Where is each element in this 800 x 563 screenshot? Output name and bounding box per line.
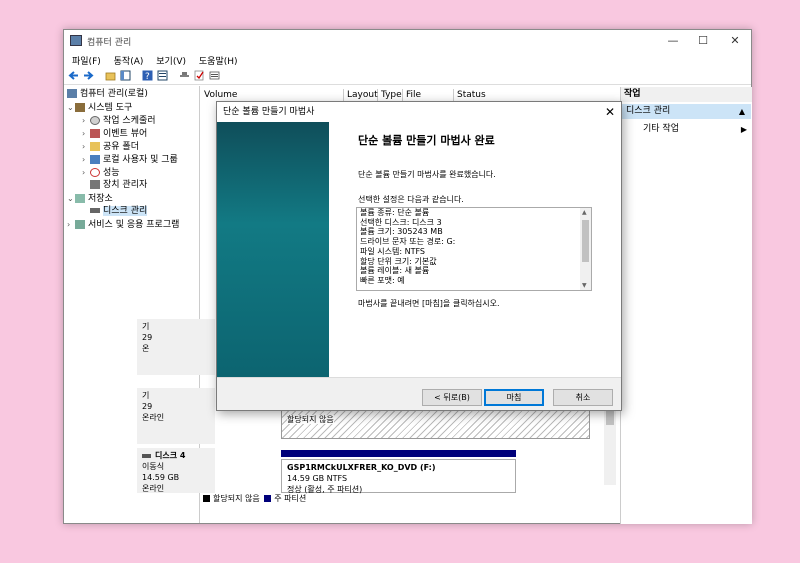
setting-row: 볼륨 종류: 단순 볼륨: [360, 208, 430, 217]
action-more[interactable]: 기타 작업 ▶: [643, 122, 747, 137]
column-file-system[interactable]: File System: [403, 89, 454, 112]
setting-row: 선택한 디스크: 디스크 3: [360, 217, 442, 227]
toolbar: ?: [64, 67, 751, 85]
disk-label-a[interactable]: 기 29 온: [137, 319, 215, 375]
collapse-arrow-icon[interactable]: ›: [67, 218, 75, 231]
minimize-button[interactable]: —: [658, 32, 688, 50]
legend-primary-swatch: [264, 495, 272, 502]
services-icon: [75, 220, 85, 229]
column-layout[interactable]: Layout: [344, 89, 378, 101]
close-button[interactable]: ✕: [720, 32, 750, 50]
settings-label: 선택한 설정은 다음과 같습니다.: [358, 195, 464, 204]
wizard-body: 단순 볼륨 만들기 마법사 완료 단순 볼륨 만들기 마법사를 완료했습니다. …: [217, 122, 621, 377]
unallocated-partition[interactable]: 할당되지 않음: [281, 410, 590, 439]
view-list-icon[interactable]: [209, 70, 220, 81]
settings-scrollbar[interactable]: ▲ ▼: [580, 208, 591, 290]
help-icon[interactable]: ?: [142, 70, 153, 81]
actions-header: 작업: [621, 87, 752, 102]
wizard-title-bar[interactable]: 단순 볼륨 만들기 마법사 ✕: [217, 102, 621, 122]
device-manager-icon: [90, 180, 100, 189]
disk-icon: [90, 208, 100, 213]
collapse-arrow-icon[interactable]: ›: [82, 140, 90, 153]
tree-item-event-viewer[interactable]: › 이벤트 뷰어: [82, 127, 147, 140]
settings-list[interactable]: 볼륨 종류: 단순 볼륨 선택한 디스크: 디스크 3 볼륨 크기: 30524…: [356, 207, 592, 291]
legend-unallocated-swatch: [203, 495, 210, 502]
wizard-banner: [217, 122, 329, 377]
tree-item-device-manager[interactable]: 장치 관리자: [90, 179, 147, 192]
tree-item-storage[interactable]: ⌄ 저장소: [67, 192, 113, 205]
setting-row: 볼륨 레이블: 새 볼륨: [360, 266, 430, 276]
storage-icon: [75, 194, 85, 203]
menu-bar: 파일(F) 동작(A) 보기(V) 도움말(H): [64, 52, 751, 67]
partition-f[interactable]: GSP1RMCkULXFRER_KO_DVD (F:) 14.59 GB NTF…: [281, 459, 516, 494]
submenu-arrow-icon: ▶: [740, 125, 747, 134]
shared-folder-icon: [90, 142, 100, 151]
tree-item-root[interactable]: 컴퓨터 관리(로컬): [67, 88, 148, 101]
setting-row: 볼륨 크기: 305243 MB: [360, 227, 443, 237]
check-icon[interactable]: [194, 70, 205, 81]
svg-text:?: ?: [145, 72, 150, 81]
setting-row: 빠른 포맷: 예: [360, 275, 405, 285]
collapse-arrow-icon[interactable]: ›: [82, 153, 90, 166]
collapse-up-icon[interactable]: ▲: [739, 104, 745, 119]
maximize-button[interactable]: ☐: [688, 32, 718, 50]
collapse-arrow-icon[interactable]: ›: [82, 127, 90, 140]
performance-icon: [90, 168, 100, 177]
cancel-button[interactable]: 취소: [553, 389, 613, 406]
disk-icon: [142, 453, 151, 458]
wizard-close-icon[interactable]: ✕: [605, 103, 615, 121]
window-title: 컴퓨터 관리: [87, 38, 132, 48]
wizard-closing: 마법사를 끝내려면 [마침]을 클릭하십시오.: [358, 299, 500, 308]
disk-label-b[interactable]: 기 29 온라인: [137, 388, 215, 444]
setting-row: 드라이브 문자 또는 경로: G:: [360, 237, 456, 247]
computer-icon: [67, 89, 77, 98]
actions-pane: 작업 디스크 관리 ▲ 기타 작업 ▶: [620, 87, 752, 524]
new-simple-volume-wizard: 단순 볼륨 만들기 마법사 ✕ 단순 볼륨 만들기 마법사 완료 단순 볼륨 만…: [216, 101, 622, 411]
up-folder-icon[interactable]: [105, 70, 116, 81]
tree-item-disk-management[interactable]: 디스크 관리: [90, 205, 148, 218]
scroll-down-icon[interactable]: ▼: [582, 282, 587, 289]
finish-button[interactable]: 마침: [484, 389, 544, 406]
collapse-arrow-icon[interactable]: ›: [82, 166, 90, 179]
properties-icon[interactable]: [157, 70, 168, 81]
disk-label-disk4[interactable]: 디스크 4 이동식 14.59 GB 온라인: [137, 448, 215, 493]
show-hide-tree-icon[interactable]: [120, 70, 131, 81]
primary-partition-bar: [281, 450, 516, 457]
tree-item-system-tools[interactable]: ⌄ 시스템 도구: [67, 101, 132, 114]
tree-item-shared-folders[interactable]: › 공유 폴더: [82, 140, 139, 153]
tools-icon: [75, 103, 85, 112]
column-volume[interactable]: Volume: [201, 89, 344, 101]
event-viewer-icon: [90, 129, 100, 138]
column-status[interactable]: Status: [454, 89, 617, 101]
wizard-intro: 단순 볼륨 만들기 마법사를 완료했습니다.: [358, 170, 496, 179]
settings-scroll-thumb[interactable]: [582, 220, 589, 262]
computer-management-icon: [70, 35, 82, 46]
setting-row: 할당 단위 크기: 기본값: [360, 256, 437, 266]
expand-arrow-icon[interactable]: ⌄: [67, 192, 75, 205]
wizard-title: 단순 볼륨 만들기 마법사: [223, 107, 315, 117]
tree-item-local-users[interactable]: › 로컬 사용자 및 그룹: [82, 153, 178, 166]
action-disk-management[interactable]: 디스크 관리 ▲: [621, 104, 751, 119]
tree-item-task-scheduler[interactable]: › 작업 스케줄러: [82, 114, 156, 127]
scroll-up-icon[interactable]: ▲: [582, 209, 587, 216]
tree-item-services[interactable]: › 서비스 및 응용 프로그램: [67, 218, 179, 231]
column-type[interactable]: Type: [378, 89, 403, 101]
back-button[interactable]: < 뒤로(B): [422, 389, 482, 406]
expand-arrow-icon[interactable]: ⌄: [67, 101, 75, 114]
setting-row: 파일 시스템: NTFS: [360, 246, 425, 256]
wizard-footer: < 뒤로(B) 마침 취소: [217, 377, 621, 412]
clock-icon: [90, 116, 100, 125]
title-bar[interactable]: 컴퓨터 관리 — ☐ ✕: [64, 30, 751, 52]
tree-item-performance[interactable]: › 성능: [82, 166, 120, 179]
connect-icon[interactable]: [179, 70, 190, 81]
partition-legend: 할당되지 않음 주 파티션: [201, 493, 306, 505]
forward-arrow-icon[interactable]: [83, 70, 94, 81]
wizard-heading: 단순 볼륨 만들기 마법사 완료: [358, 134, 495, 147]
users-icon: [90, 155, 100, 164]
collapse-arrow-icon[interactable]: ›: [82, 114, 90, 127]
back-arrow-icon[interactable]: [68, 70, 79, 81]
